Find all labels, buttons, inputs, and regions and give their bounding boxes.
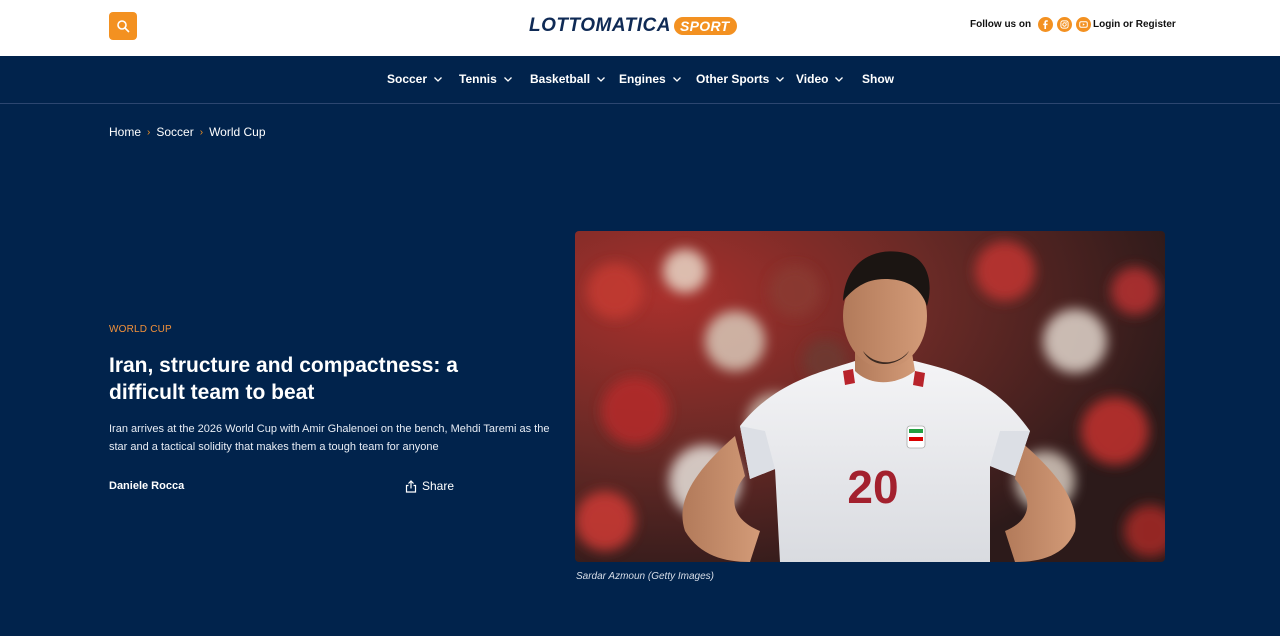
share-label: Share (422, 479, 455, 493)
nav-item-video[interactable]: Video (796, 72, 844, 86)
article-author[interactable]: Daniele Rocca (109, 480, 184, 492)
nav-item-label: Engines (619, 72, 666, 86)
logo-main-text: LOTTOMATICA (529, 15, 671, 36)
follow-us: Follow us on (970, 17, 1092, 32)
instagram-icon[interactable] (1057, 17, 1073, 32)
share-icon (405, 479, 417, 493)
nav-item-label: Show (862, 72, 894, 86)
article-title: Iran, structure and compactness: a diffi… (109, 354, 458, 404)
nav-item-label: Video (796, 72, 829, 86)
article-hero-image: 20 (575, 231, 1165, 562)
youtube-icon[interactable] (1076, 17, 1092, 32)
share-button[interactable]: Share (405, 479, 454, 493)
facebook-icon[interactable] (1038, 17, 1054, 32)
main-nav: Soccer Tennis Basketball Engines Other S… (0, 56, 1280, 104)
nav-item-other-sports[interactable]: Other Sports (696, 72, 785, 86)
follow-label: Follow us on (970, 19, 1032, 30)
chevron-down-icon (503, 77, 512, 82)
logo-sport-badge: SPORT (674, 17, 738, 35)
chevron-down-icon (776, 77, 785, 82)
nav-item-label: Other Sports (696, 72, 770, 86)
nav-item-soccer[interactable]: Soccer (387, 72, 443, 86)
nav-item-tennis[interactable]: Tennis (459, 72, 513, 86)
breadcrumb-home[interactable]: Home (109, 125, 141, 139)
image-caption: Sardar Azmoun (Getty Images) (576, 571, 715, 582)
chevron-down-icon (597, 77, 605, 82)
player-photo: 20 (575, 231, 1165, 562)
search-icon (117, 20, 130, 33)
breadcrumb-soccer[interactable]: Soccer (156, 125, 193, 139)
breadcrumb-separator-icon: › (199, 126, 204, 138)
nav-item-basketball[interactable]: Basketball (530, 72, 606, 86)
chevron-down-icon (835, 77, 844, 82)
breadcrumb-world-cup[interactable]: World Cup (209, 125, 265, 139)
top-header: LOTTOMATICA SPORT Follow us on Login or … (0, 0, 1280, 56)
article-description: Iran arrives at the 2026 World Cup with … (109, 423, 550, 453)
chevron-down-icon (434, 77, 442, 82)
breadcrumb: Home › Soccer › World Cup (109, 125, 266, 139)
nav-item-label: Basketball (530, 72, 591, 86)
breadcrumb-separator-icon: › (147, 126, 151, 138)
nav-item-show[interactable]: Show (862, 72, 894, 86)
chevron-down-icon (672, 77, 681, 82)
search-button[interactable] (109, 12, 137, 40)
nav-item-engines[interactable]: Engines (619, 72, 682, 86)
article-category[interactable]: WORLD CUP (109, 324, 172, 335)
nav-item-label: Soccer (387, 72, 428, 86)
nav-item-label: Tennis (459, 72, 497, 86)
site-logo[interactable]: LOTTOMATICA SPORT (529, 13, 738, 39)
login-register-link[interactable]: Login or Register (1093, 19, 1176, 30)
jersey-number: 20 (847, 461, 898, 513)
